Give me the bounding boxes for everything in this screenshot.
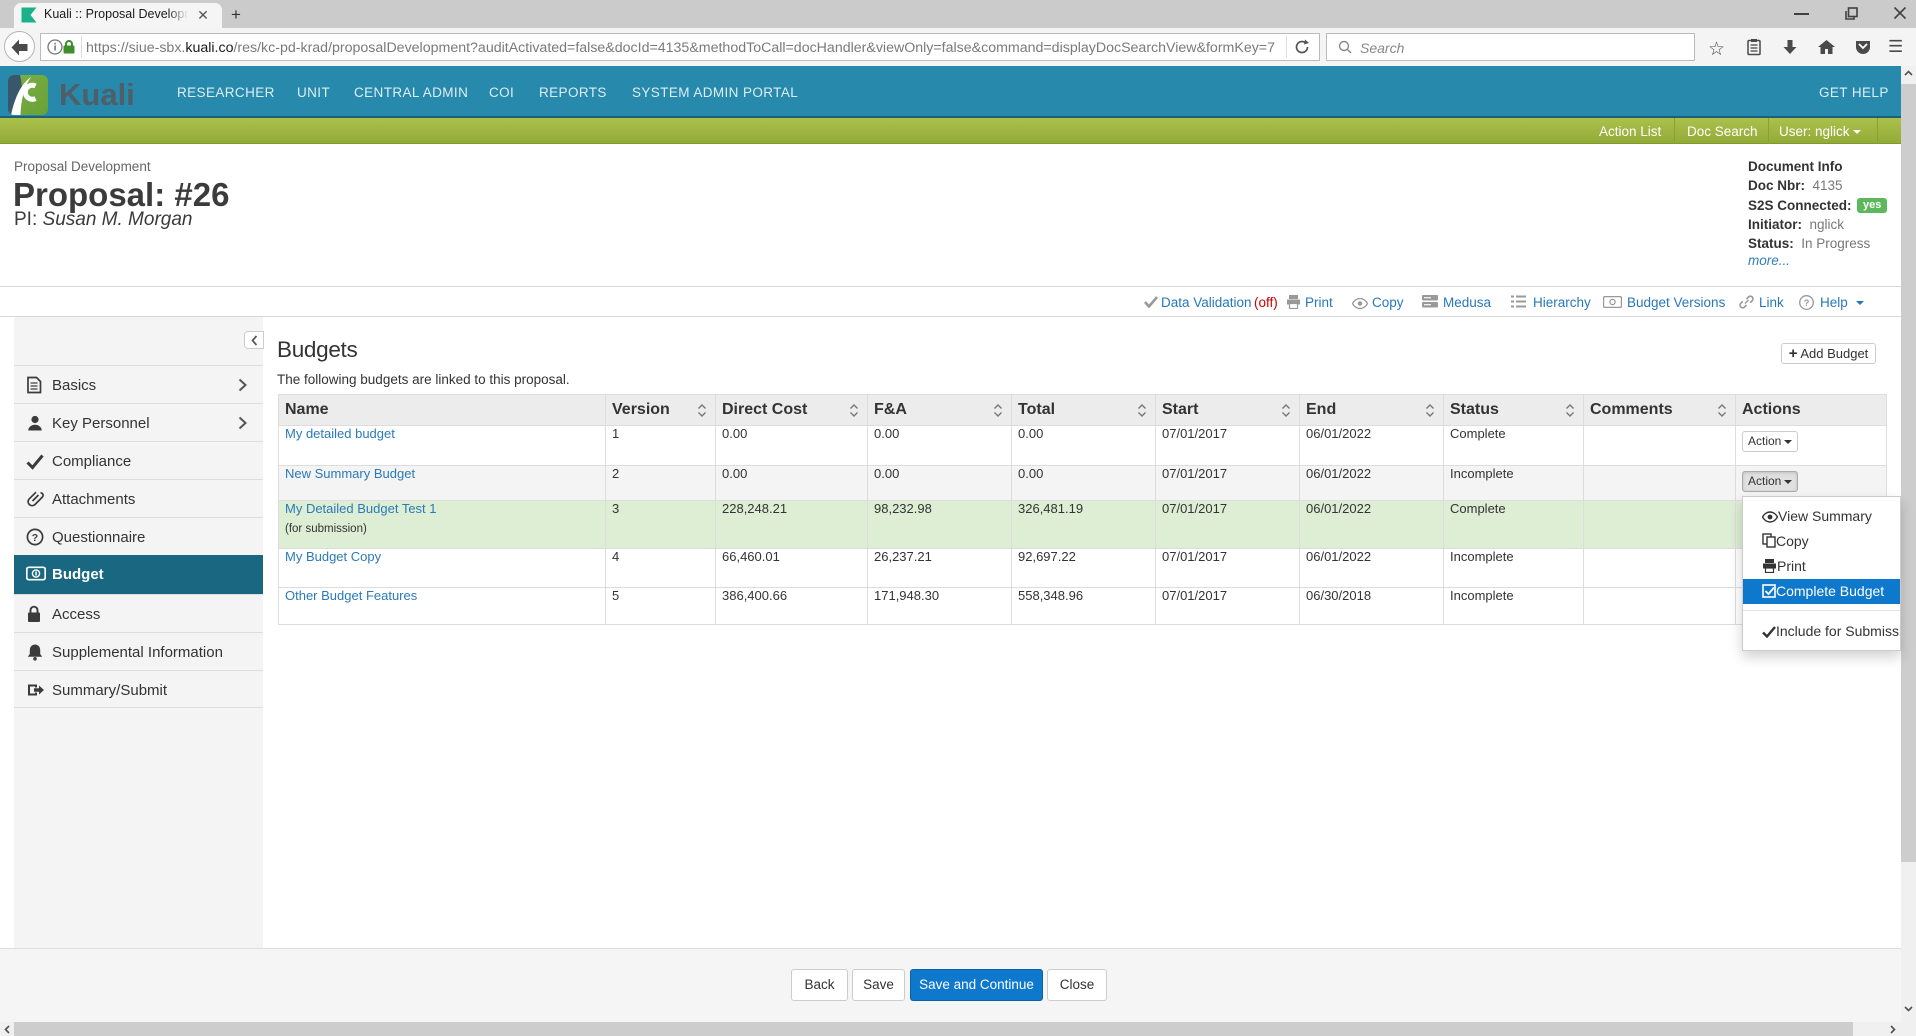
svg-text:?: ? <box>32 532 38 544</box>
svg-text:?: ? <box>1804 298 1810 309</box>
